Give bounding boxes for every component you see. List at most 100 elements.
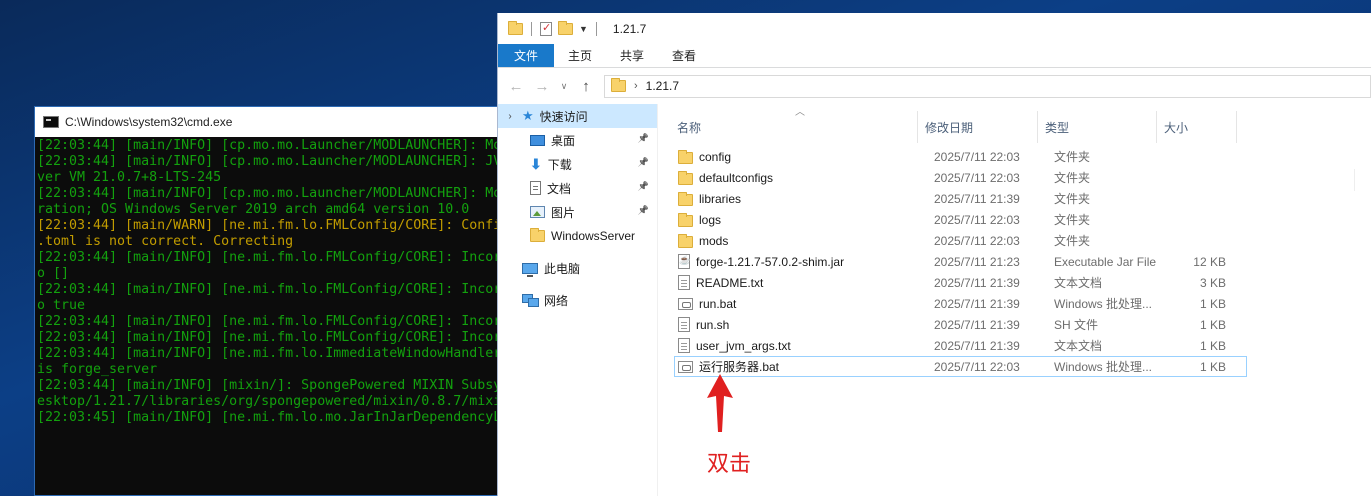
address-box[interactable]: › 1.21.7 — [604, 74, 1371, 98]
ribbon-tabs: 文件 主页 共享 查看 — [498, 44, 1371, 68]
file-name-cell[interactable]: run.sh — [675, 317, 934, 332]
file-name-cell[interactable]: 运行服务器.bat — [675, 358, 934, 375]
folder-icon — [678, 150, 693, 164]
computer-icon — [522, 262, 538, 277]
folder-icon — [530, 228, 545, 242]
star-icon: ★ — [522, 108, 534, 123]
batch-file-icon — [678, 297, 693, 310]
explorer-window[interactable]: ▼ 1.21.7 文件 主页 共享 查看 ← → ∨ ↑ › 1.21.7 ›★… — [497, 13, 1371, 496]
console-icon — [43, 116, 59, 128]
file-name: user_jvm_args.txt — [696, 338, 791, 353]
text-file-icon — [678, 338, 690, 353]
folder-icon — [678, 171, 693, 185]
console-line: .toml is not correct. Correcting — [37, 234, 294, 249]
file-type: Executable Jar File — [1054, 254, 1157, 269]
forward-arrow-icon[interactable]: → — [534, 78, 550, 95]
cmd-titlebar[interactable]: C:\Windows\system32\cmd.exe — [35, 107, 513, 137]
file-row[interactable]: libraries 2025/7/11 21:39 文件夹 — [674, 188, 1247, 209]
file-name-cell[interactable]: mods — [675, 233, 934, 248]
tab-view[interactable]: 查看 — [658, 44, 710, 67]
document-icon — [530, 181, 541, 195]
pin-icon: 📌 — [637, 205, 649, 215]
file-date: 2025/7/11 21:39 — [934, 317, 1020, 332]
nav-item[interactable]: WindowsServer — [498, 224, 657, 248]
file-row[interactable]: logs 2025/7/11 22:03 文件夹 — [674, 209, 1247, 230]
file-name-cell[interactable]: forge-1.21.7-57.0.2-shim.jar — [675, 254, 934, 269]
explorer-content: › ★ 快速访问 桌面 📌 ⬇ 下载 📌 文档 📌 图片 📌 WindowsServer 此电脑 网络 ︿ … — [498, 104, 1371, 496]
properties-icon[interactable] — [540, 21, 552, 36]
file-row[interactable]: user_jvm_args.txt 2025/7/11 21:39 文本文档 1 KB — [674, 335, 1247, 356]
pin-icon: 📌 — [637, 157, 649, 167]
nav-item[interactable]: 文档 📌 — [498, 176, 657, 200]
tab-home[interactable]: 主页 — [554, 44, 606, 67]
up-arrow-icon[interactable]: ↑ — [578, 78, 594, 95]
nav-item[interactable]: › ★ 快速访问 — [498, 104, 657, 128]
console-line: [22:03:44] [main/INFO] [cp.mo.mo.Launche… — [37, 186, 502, 201]
column-header-name[interactable]: 名称 — [658, 111, 918, 143]
recent-locations-dropdown-icon[interactable]: ∨ — [560, 81, 568, 92]
column-header-type[interactable]: 类型 — [1038, 111, 1157, 143]
pictures-icon — [530, 206, 545, 218]
customize-toolbar-dropdown-icon[interactable]: ▼ — [579, 24, 588, 34]
file-list-pane[interactable]: ︿ 名称 修改日期 类型 大小 config 2025/7/11 22:03 文件夹… — [658, 104, 1371, 496]
file-row[interactable]: 运行服务器.bat 2025/7/11 22:03 Windows 批处理... 1 … — [674, 356, 1247, 377]
console-output[interactable]: [22:03:44] [main/INFO] [cp.mo.mo.Launche… — [35, 137, 513, 496]
console-line: [22:03:44] [main/INFO] [ne.mi.fm.lo.FMLC… — [37, 250, 502, 265]
nav-item[interactable]: 桌面 📌 — [498, 128, 657, 152]
tab-file[interactable]: 文件 — [498, 44, 555, 67]
file-name-cell[interactable]: run.bat — [675, 297, 934, 311]
file-name-cell[interactable]: logs — [675, 212, 934, 227]
file-row[interactable]: run.bat 2025/7/11 21:39 Windows 批处理... 1 KB — [674, 293, 1247, 314]
back-arrow-icon[interactable]: ← — [508, 78, 524, 95]
annotation-double-click: 双击 — [707, 452, 752, 477]
file-row[interactable]: config 2025/7/11 22:03 文件夹 — [674, 146, 1247, 167]
file-name-cell[interactable]: user_jvm_args.txt — [675, 338, 934, 353]
file-row[interactable]: run.sh 2025/7/11 21:39 SH 文件 1 KB — [674, 314, 1247, 335]
network-icon — [522, 294, 539, 307]
file-date: 2025/7/11 22:03 — [934, 170, 1020, 185]
file-name-cell[interactable]: defaultconfigs — [675, 170, 934, 185]
chevron-right-icon[interactable]: › — [634, 80, 638, 92]
file-size: 12 KB — [1193, 254, 1226, 269]
nav-item[interactable]: ⬇ 下载 📌 — [498, 152, 657, 176]
address-path[interactable]: 1.21.7 — [646, 79, 679, 93]
file-name: defaultconfigs — [699, 170, 774, 185]
file-size: 1 KB — [1199, 317, 1226, 332]
file-row[interactable]: README.txt 2025/7/11 21:39 文本文档 3 KB — [674, 272, 1247, 293]
file-name: README.txt — [696, 275, 764, 290]
file-row[interactable]: defaultconfigs 2025/7/11 22:03 文件夹 — [674, 167, 1247, 188]
file-type: 文本文档 — [1054, 276, 1103, 290]
nav-item[interactable]: 图片 📌 — [498, 200, 657, 224]
file-date: 2025/7/11 22:03 — [934, 359, 1020, 374]
file-name: config — [699, 149, 732, 164]
new-folder-icon[interactable] — [558, 20, 573, 35]
cmd-window[interactable]: C:\Windows\system32\cmd.exe [22:03:44] [… — [34, 106, 514, 496]
file-name: logs — [699, 212, 722, 227]
nav-item[interactable]: 网络 — [498, 288, 657, 312]
file-name-cell[interactable]: README.txt — [675, 275, 934, 290]
column-header-date[interactable]: 修改日期 — [918, 111, 1038, 143]
file-name-cell[interactable]: config — [675, 149, 934, 164]
console-line: o true — [37, 298, 86, 313]
column-header-size[interactable]: 大小 — [1157, 111, 1237, 143]
file-row[interactable]: forge-1.21.7-57.0.2-shim.jar 2025/7/11 21… — [674, 251, 1247, 272]
console-line: is forge_server — [37, 362, 158, 377]
nav-item[interactable]: 此电脑 — [498, 256, 657, 280]
folder-icon — [678, 192, 693, 206]
console-line: [22:03:44] [main/INFO] [ne.mi.fm.lo.FMLC… — [37, 330, 502, 345]
file-row[interactable]: mods 2025/7/11 22:03 文件夹 — [674, 230, 1247, 251]
file-date: 2025/7/11 22:03 — [934, 233, 1020, 248]
file-type: 文件夹 — [1054, 234, 1091, 248]
navigation-pane[interactable]: › ★ 快速访问 桌面 📌 ⬇ 下载 📌 文档 📌 图片 📌 WindowsServer 此电脑 网络 — [498, 104, 658, 496]
batch-file-icon — [678, 360, 693, 373]
console-line: ration; OS Windows Server 2019 arch amd6… — [37, 202, 470, 217]
nav-item-label: 文档 — [547, 181, 572, 196]
file-name-cell[interactable]: libraries — [675, 191, 934, 206]
nav-item-label: 网络 — [544, 293, 569, 308]
console-line: [22:03:44] [main/INFO] [mixin/]: SpongeP… — [37, 378, 502, 393]
expand-caret-icon[interactable]: › — [498, 111, 522, 122]
tab-share[interactable]: 共享 — [606, 44, 658, 67]
file-type: 文件夹 — [1054, 171, 1091, 185]
scrollbar[interactable] — [1354, 169, 1371, 191]
annotation-arrow-icon — [707, 374, 733, 432]
